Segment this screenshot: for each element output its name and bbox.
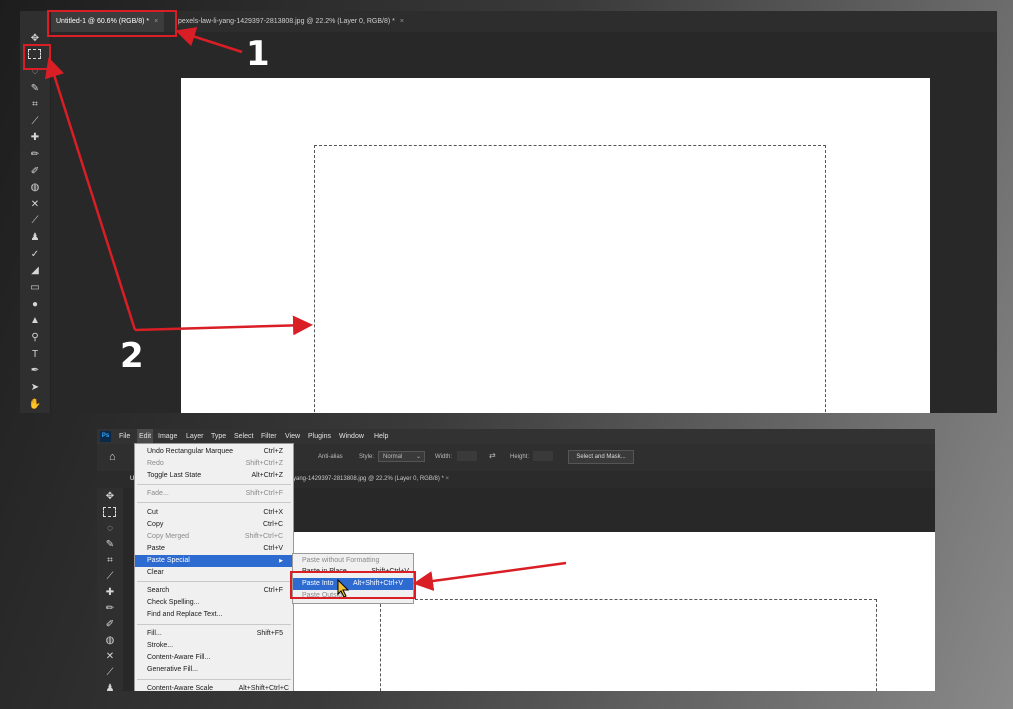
step-number-2: 2: [120, 336, 144, 376]
arrow-to-marquee-tool: [45, 57, 137, 331]
annotation-arrow-bottom: [413, 561, 567, 591]
step-number-3: 3: [568, 535, 592, 575]
arrow-to-paste-into: [413, 561, 567, 591]
annotation-arrows-top: [45, 27, 313, 336]
arrow-to-selection: [134, 315, 313, 336]
arrow-to-tab: [175, 27, 243, 54]
step-number-1: 1: [246, 34, 270, 74]
